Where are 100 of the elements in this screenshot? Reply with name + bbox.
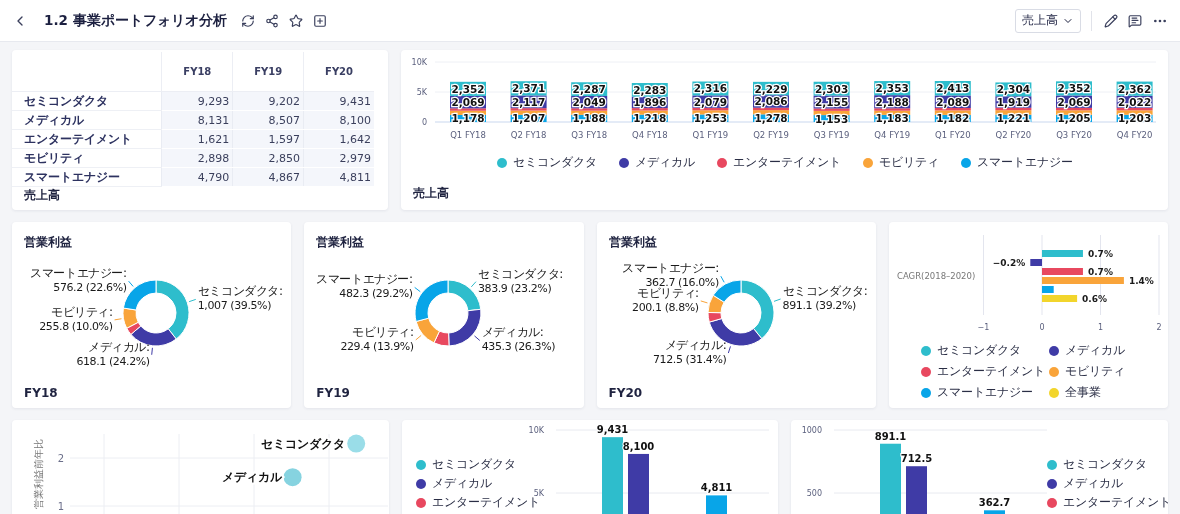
axis-tick-label: 5K [533, 489, 544, 498]
legend-label: エンターテイメント [732, 154, 841, 171]
axis-tick-label: 1 [57, 501, 64, 512]
comment-icon[interactable] [1128, 13, 1142, 28]
value-label: 1,153 [815, 112, 849, 125]
add-icon[interactable] [312, 13, 327, 28]
slice-label: メディカル: 712.5 (31.4%) [652, 338, 726, 367]
legend-label: メディカル [431, 475, 492, 492]
slice-label: モビリティ: 229.4 (13.9%) [340, 324, 414, 353]
card-title: 営業利益 [315, 234, 366, 251]
slice-label: スマートエナジー: 576.2 (22.6%) [30, 266, 127, 295]
leader-line [151, 347, 153, 356]
value-label: 2,316 [693, 82, 727, 95]
leader-line [474, 335, 481, 341]
axis-tick-label: 10K [528, 426, 544, 435]
axis-tick-label: 0 [1039, 323, 1045, 332]
value-label: 1,919 [996, 96, 1030, 108]
axis-tick-label: 1000 [801, 426, 823, 435]
axis-title: 営業利益前年比 [33, 439, 44, 509]
value-label: 2,304 [996, 83, 1030, 96]
column-header: FY19 [232, 52, 304, 92]
legend-label: 全事業 [1064, 384, 1101, 401]
refresh-icon[interactable] [240, 13, 255, 28]
point-label: セミコンダクタ [261, 436, 346, 451]
slice-label: セミコンダクタ: 891.1 (39.2%) [782, 284, 867, 312]
value-label: 2,353 [875, 82, 909, 95]
metric-select[interactable]: 売上高 [1015, 8, 1081, 33]
value-label: 2,352 [1057, 82, 1091, 95]
legend-label: セミコンダクタ [1063, 456, 1148, 473]
legend-label: メディカル [634, 154, 695, 171]
leader-line [188, 298, 197, 303]
slice-label: セミコンダクタ: 1,007 (39.5%) [197, 284, 283, 313]
leader-line [414, 286, 421, 293]
axis-tick-label: −1 [977, 323, 990, 332]
value-label: 1,178 [451, 112, 485, 125]
card-footer: FY20 [596, 386, 876, 408]
category-label: Q4 FY18 [631, 130, 668, 140]
category-label: Q2 FY18 [510, 130, 547, 140]
legend-label: エンターテイメント [431, 495, 540, 511]
category-label: Q1 FY20 [934, 130, 971, 140]
leader-line [727, 345, 731, 354]
leader-line [773, 298, 781, 302]
value-label: 9,431 [596, 424, 628, 436]
value-label: 1,207 [512, 112, 546, 125]
value-label: −0.2% [992, 258, 1026, 268]
value-label: 2,069 [1057, 95, 1091, 108]
value-label: 1,896 [633, 96, 667, 109]
value-label: 2,155 [815, 96, 849, 108]
value-label: 1,253 [693, 112, 727, 125]
slice-label: メディカル: 618.1 (24.2%) [76, 339, 150, 368]
value-label: 1,183 [875, 112, 909, 125]
legend-label: エンターテイメント [1063, 494, 1168, 511]
axis-tick-label: 10K [411, 58, 427, 67]
slice-label: セミコンダクタ: 383.9 (23.2%) [478, 266, 564, 295]
legend-label: セミコンダクタ [512, 154, 597, 171]
axis-tick-label: 5K [416, 88, 427, 97]
value-label: 0.7% [1087, 267, 1113, 277]
category-label: Q2 FY19 [753, 130, 789, 140]
value-label: 2,089 [936, 95, 970, 108]
leader-line [415, 334, 422, 341]
category-label: Q3 FY20 [1056, 130, 1092, 140]
legend-label: セミコンダクタ [936, 342, 1021, 359]
leader-line [471, 281, 477, 288]
edit-icon[interactable] [1104, 13, 1118, 28]
value-label: 712.5 [901, 453, 933, 465]
value-label: 2,117 [512, 95, 546, 108]
leader-line [114, 318, 122, 321]
value-label: 2,413 [936, 82, 970, 95]
card-footer: FY19 [304, 386, 584, 408]
value-label: 362.7 [979, 497, 1011, 509]
axis-tick-label: 1 [1097, 323, 1103, 332]
page-title: 1.2 事業ポートフォリオ分析 [44, 11, 227, 30]
value-label: 1,188 [572, 112, 606, 125]
legend-label: メディカル [1063, 475, 1124, 492]
category-label: Q3 FY19 [813, 130, 850, 140]
slice-label: モビリティ: 255.8 (10.0%) [39, 304, 113, 333]
legend-label: セミコンダクタ [431, 456, 516, 473]
value-label: 1,218 [633, 112, 667, 125]
card-title: 営業利益 [607, 234, 658, 251]
share-icon[interactable] [264, 13, 279, 28]
category-label: CAGR(2018–2020) [896, 271, 975, 281]
category-label: Q4 FY20 [1116, 130, 1153, 140]
legend-label: スマートエナジー [936, 384, 1033, 401]
card-title: 売上高 [412, 185, 450, 202]
legend-label: モビリティ [878, 154, 939, 171]
value-label: 2,371 [512, 82, 546, 95]
leader-line [719, 275, 725, 283]
star-icon[interactable] [288, 13, 303, 28]
slice-label: メディカル: 435.3 (26.3%) [482, 325, 556, 354]
leader-line [128, 280, 134, 287]
value-label: 2,069 [451, 96, 485, 109]
value-label: 8,100 [622, 440, 654, 452]
category-label: Q2 FY20 [995, 130, 1032, 140]
value-label: 1,182 [936, 112, 970, 125]
value-label: 1,278 [754, 112, 788, 125]
legend-label: エンターテイメント [936, 363, 1045, 380]
slice-label: スマートエナジー: 482.3 (29.2%) [316, 272, 413, 301]
legend-label: モビリティ [1064, 363, 1125, 380]
category-label: Q1 FY19 [692, 130, 729, 140]
legend-label: スマートエナジー [976, 154, 1073, 171]
